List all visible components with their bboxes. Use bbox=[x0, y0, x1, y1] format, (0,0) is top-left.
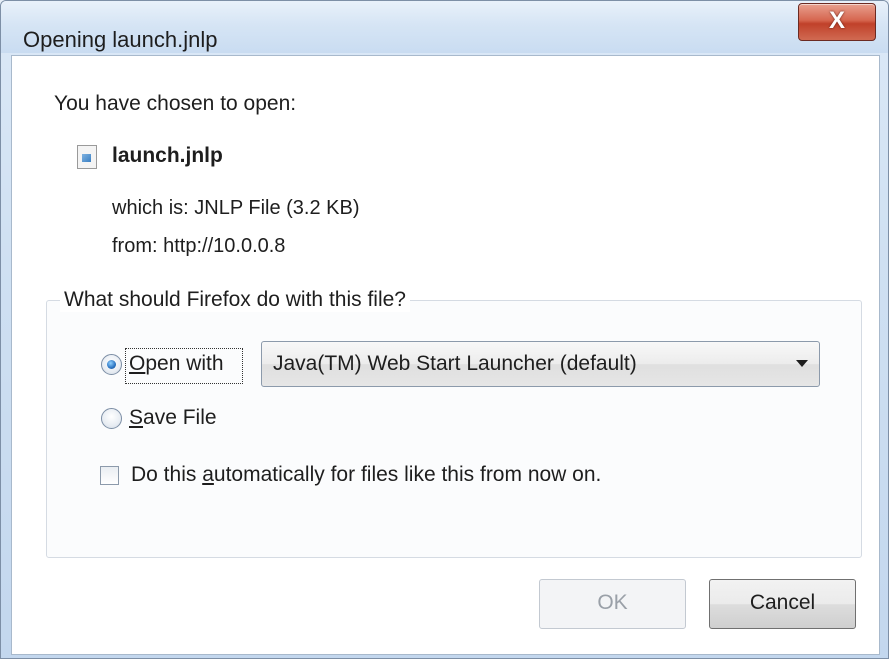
auto-action-label[interactable]: Do this automatically for files like thi… bbox=[131, 462, 601, 488]
window-title: Opening launch.jnlp bbox=[23, 27, 218, 52]
open-with-label-rest: pen with bbox=[145, 352, 224, 375]
auto-action-label-before: Do this bbox=[131, 463, 203, 486]
open-with-app-dropdown[interactable]: Java(TM) Web Start Launcher (default) bbox=[261, 341, 820, 387]
file-source: from: http://10.0.0.8 bbox=[112, 235, 286, 257]
title-bar[interactable]: Opening launch.jnlp X bbox=[1, 1, 888, 53]
save-file-label-rest: ave File bbox=[143, 406, 217, 429]
open-with-app-value: Java(TM) Web Start Launcher (default) bbox=[273, 352, 637, 375]
open-with-radio[interactable] bbox=[101, 354, 122, 375]
close-button[interactable]: X bbox=[798, 3, 876, 41]
dropdown-arrow-icon[interactable] bbox=[796, 360, 808, 367]
document-icon bbox=[77, 145, 97, 169]
auto-action-mnemonic: a bbox=[202, 463, 214, 486]
save-file-radio[interactable] bbox=[101, 408, 122, 429]
open-with-label[interactable]: Open with bbox=[129, 351, 224, 377]
save-file-mnemonic: S bbox=[129, 406, 144, 429]
file-name: launch.jnlp bbox=[112, 144, 223, 167]
ok-button[interactable]: OK bbox=[539, 579, 686, 629]
file-type: which is: JNLP File (3.2 KB) bbox=[112, 197, 360, 219]
cancel-button[interactable]: Cancel bbox=[709, 579, 856, 629]
open-with-mnemonic: O bbox=[129, 352, 146, 375]
dialog-body: You have chosen to open: launch.jnlp whi… bbox=[11, 55, 880, 655]
action-group-legend: What should Firefox do with this file? bbox=[60, 288, 410, 312]
file-open-dialog: Opening launch.jnlp X You have chosen to… bbox=[0, 0, 889, 659]
auto-action-checkbox[interactable] bbox=[100, 466, 119, 485]
close-icon: X bbox=[828, 7, 845, 34]
auto-action-label-after: utomatically for files like this from no… bbox=[213, 463, 602, 486]
intro-text: You have chosen to open: bbox=[54, 92, 297, 115]
save-file-label[interactable]: Save File bbox=[129, 405, 217, 431]
